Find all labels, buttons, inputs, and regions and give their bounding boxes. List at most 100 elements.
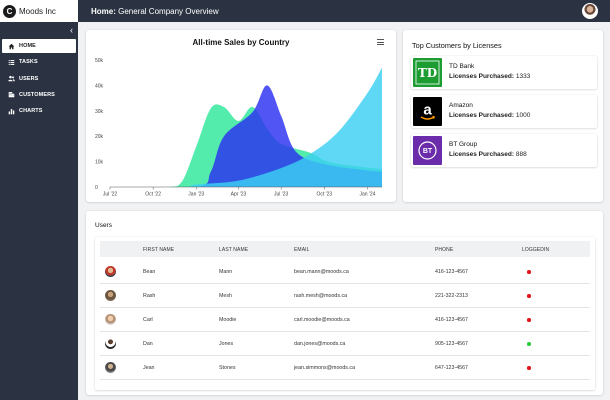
users-icon bbox=[7, 75, 15, 83]
customer-name: BT Group bbox=[449, 141, 478, 148]
cell-email: bean.mann@moods.ca bbox=[294, 269, 349, 275]
customer-licenses: Licenses Purchased: 1333 bbox=[449, 73, 530, 80]
sidebar-nav: HOME TASKS USERS CUSTOMERS CHARTS bbox=[2, 39, 76, 120]
cell-last-name: Moodie bbox=[219, 317, 237, 323]
cell-phone: 416-123-4567 bbox=[435, 269, 468, 275]
svg-text:TD: TD bbox=[418, 66, 437, 80]
table-row[interactable]: Jean Stones jean.simmons@moods.ca 647-12… bbox=[100, 356, 590, 380]
y-tick-label: 30k bbox=[95, 109, 104, 115]
y-tick-label: 10k bbox=[95, 160, 104, 166]
top-customers-card: Top Customers by Licenses TD TD Bank Lic… bbox=[403, 30, 603, 202]
licenses-label: Licenses Purchased: bbox=[449, 151, 515, 158]
cell-phone: 905-123-4567 bbox=[435, 341, 468, 347]
sidebar-item-charts[interactable]: CHARTS bbox=[2, 104, 76, 118]
users-title: Users bbox=[95, 222, 112, 229]
x-tick-label: Oct '22 bbox=[145, 192, 161, 198]
cell-email: rash.mesh@moods.ca bbox=[294, 293, 348, 299]
customers-title: Top Customers by Licenses bbox=[412, 41, 502, 50]
column-header-first-name[interactable]: FIRST NAME bbox=[143, 247, 174, 253]
sidebar: ‹ HOME TASKS USERS CUSTOMERS CHARTS bbox=[0, 22, 78, 400]
brand-name: Moods Inc bbox=[19, 6, 56, 16]
cell-email: dan.jones@moods.ca bbox=[294, 341, 346, 347]
y-tick-label: 0 bbox=[95, 185, 98, 191]
table-row[interactable]: Rash Mesh rash.mesh@moods.ca 221-322-231… bbox=[100, 284, 590, 308]
sidebar-item-label: HOME bbox=[19, 43, 36, 49]
status-dot-offline bbox=[527, 270, 531, 274]
x-tick-label: Jul '22 bbox=[103, 192, 118, 198]
cell-phone: 221-322-2313 bbox=[435, 293, 468, 299]
cell-email: jean.simmons@moods.ca bbox=[294, 365, 356, 371]
list-icon bbox=[7, 58, 15, 66]
customer-licenses: Licenses Purchased: 888 bbox=[449, 151, 527, 158]
avatar bbox=[105, 290, 116, 301]
y-tick-label: 20k bbox=[95, 134, 104, 140]
customer-item-td-bank[interactable]: TD TD Bank Licenses Purchased: 1333 bbox=[411, 56, 597, 89]
status-dot-offline bbox=[527, 366, 531, 370]
cell-phone: 416-123-4567 bbox=[435, 317, 468, 323]
status-dot-offline bbox=[527, 318, 531, 322]
x-tick-label: Jan '24 bbox=[359, 192, 375, 198]
cell-last-name: Stones bbox=[219, 365, 236, 371]
sales-chart-card: All-time Sales by Country 0 10k 20k 30k 40k 5… bbox=[86, 30, 396, 202]
column-header-email[interactable]: EMAIL bbox=[294, 247, 310, 253]
licenses-label: Licenses Purchased: bbox=[449, 73, 515, 80]
sidebar-item-label: CUSTOMERS bbox=[19, 91, 55, 98]
amazon-logo: a bbox=[413, 97, 442, 126]
avatar bbox=[105, 362, 116, 373]
sidebar-item-users[interactable]: USERS bbox=[2, 72, 76, 86]
sidebar-item-label: CHARTS bbox=[19, 108, 43, 115]
sidebar-item-home[interactable]: HOME bbox=[2, 39, 76, 53]
cell-last-name: Mann bbox=[219, 269, 233, 275]
chevron-left-icon[interactable]: ‹ bbox=[70, 26, 73, 35]
page-title-text: General Company Overview bbox=[118, 6, 219, 16]
x-tick-label: Jan '23 bbox=[188, 192, 204, 198]
customer-name: TD Bank bbox=[449, 63, 475, 70]
bar-chart-icon bbox=[7, 107, 15, 115]
cell-last-name: Mesh bbox=[219, 293, 232, 299]
top-bar: C Moods Inc Home: General Company Overvi… bbox=[0, 0, 610, 22]
sidebar-item-label: TASKS bbox=[19, 59, 38, 66]
users-card: Users FIRST NAME LAST NAME EMAIL PHONE L… bbox=[86, 211, 603, 395]
table-header: FIRST NAME LAST NAME EMAIL PHONE LOGGEDI… bbox=[100, 241, 590, 257]
licenses-label: Licenses Purchased: bbox=[449, 112, 515, 119]
column-header-loggedin[interactable]: LOGGEDIN bbox=[522, 247, 549, 253]
avatar bbox=[105, 266, 116, 277]
svg-text:BT: BT bbox=[423, 148, 433, 155]
customer-item-amazon[interactable]: a Amazon Licenses Purchased: 1000 bbox=[411, 95, 597, 128]
page-title-prefix: Home: bbox=[91, 6, 116, 16]
status-dot-offline bbox=[527, 294, 531, 298]
sidebar-item-customers[interactable]: CUSTOMERS bbox=[2, 88, 76, 102]
licenses-count: 1333 bbox=[515, 73, 531, 80]
cell-first-name: Carl bbox=[143, 317, 153, 323]
y-tick-label: 50k bbox=[95, 58, 104, 64]
cell-phone: 647-123-4567 bbox=[435, 365, 468, 371]
x-tick-label: Apr '23 bbox=[231, 192, 247, 198]
x-tick-label: Jul '23 bbox=[274, 192, 289, 198]
column-header-phone[interactable]: PHONE bbox=[435, 247, 453, 253]
customer-item-bt-group[interactable]: BT BT Group Licenses Purchased: 888 bbox=[411, 134, 597, 167]
x-tick-label: Oct '23 bbox=[316, 192, 332, 198]
column-header-last-name[interactable]: LAST NAME bbox=[219, 247, 248, 253]
cell-last-name: Jones bbox=[219, 341, 234, 347]
customer-name: Amazon bbox=[449, 102, 473, 109]
cell-first-name: Bean bbox=[143, 269, 156, 275]
status-dot-online bbox=[527, 342, 531, 346]
licenses-count: 1000 bbox=[515, 112, 531, 119]
table-row[interactable]: Carl Moodie carl.moodie@moods.ca 416-123… bbox=[100, 308, 590, 332]
bt-group-logo: BT bbox=[413, 136, 442, 165]
table-row[interactable]: Bean Mann bean.mann@moods.ca 416-123-456… bbox=[100, 260, 590, 284]
brand[interactable]: C Moods Inc bbox=[0, 0, 78, 22]
cell-first-name: Rash bbox=[143, 293, 156, 299]
user-avatar[interactable] bbox=[582, 3, 598, 19]
page-title: Home: General Company Overview bbox=[91, 7, 219, 16]
table-row[interactable]: Dan Jones dan.jones@moods.ca 905-123-456… bbox=[100, 332, 590, 356]
sidebar-item-tasks[interactable]: TASKS bbox=[2, 55, 76, 69]
cell-first-name: Dan bbox=[143, 341, 153, 347]
sidebar-item-label: USERS bbox=[19, 75, 39, 82]
building-icon bbox=[7, 91, 15, 99]
users-table: FIRST NAME LAST NAME EMAIL PHONE LOGGEDI… bbox=[95, 237, 595, 390]
sales-chart: 0 10k 20k 30k 40k 50k Jul '22 Oct '22 Jan '23 Apr… bbox=[95, 58, 382, 198]
home-icon bbox=[7, 42, 15, 50]
y-tick-label: 40k bbox=[95, 83, 104, 89]
cell-email: carl.moodie@moods.ca bbox=[294, 317, 350, 323]
